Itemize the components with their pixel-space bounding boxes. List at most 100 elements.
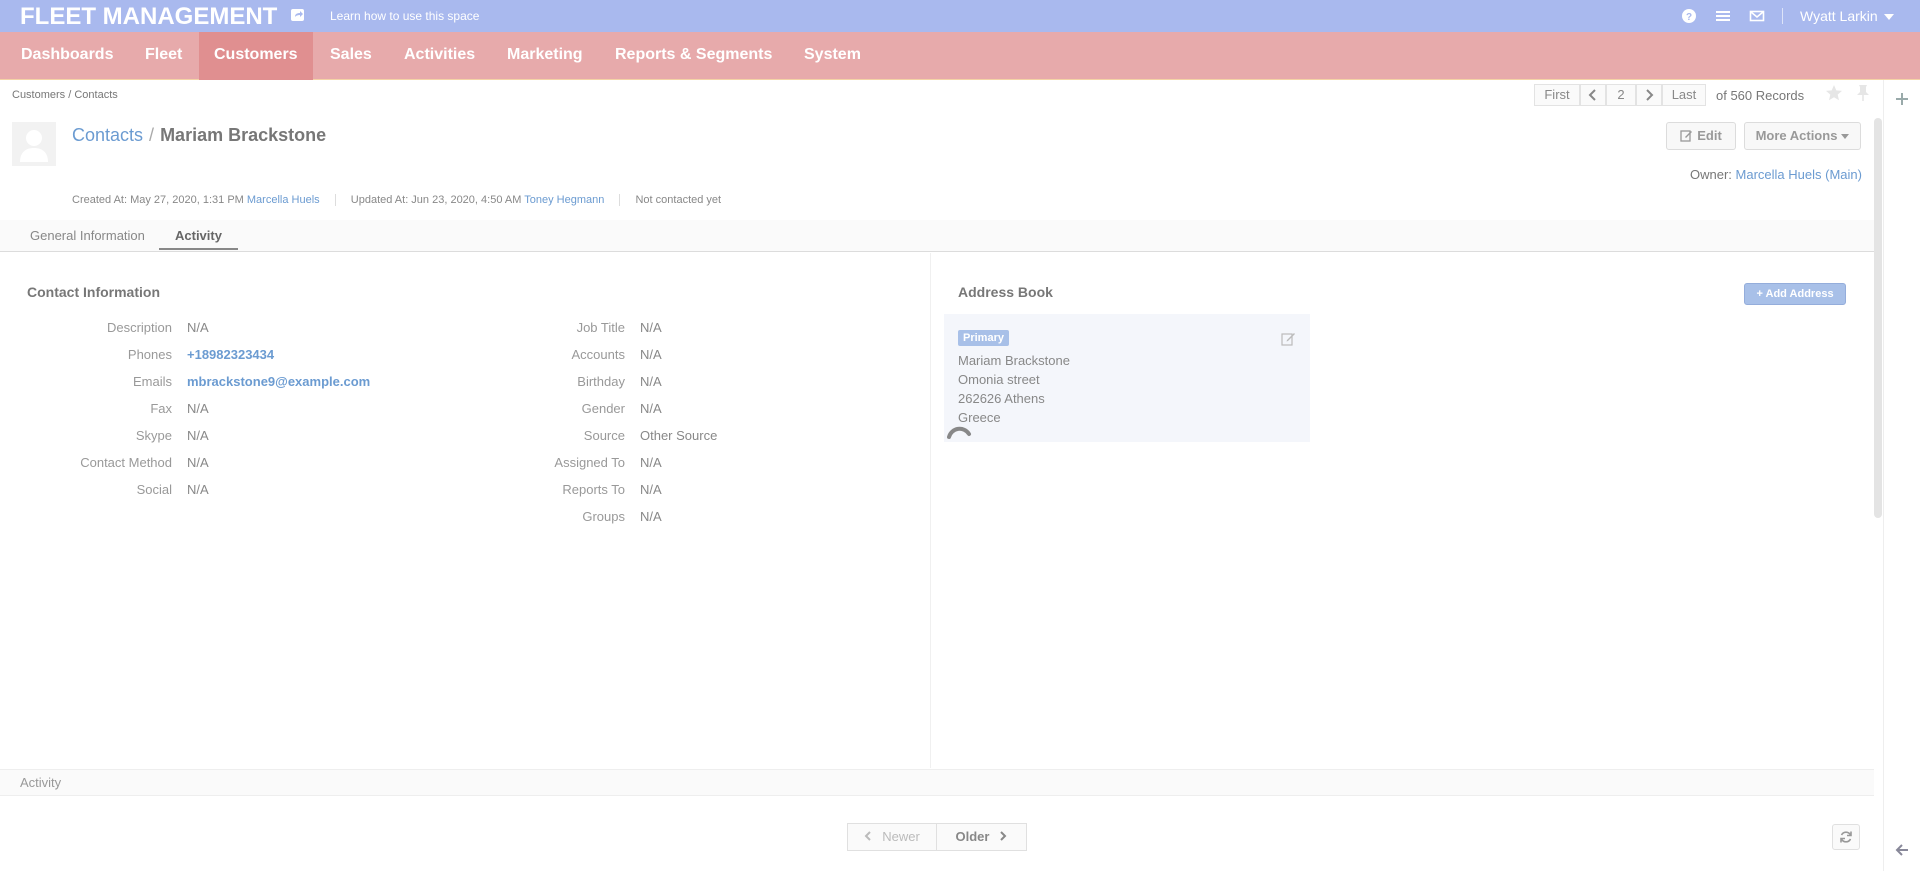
field-value: Other Source [640, 428, 718, 443]
address-book-title: Address Book [958, 284, 1053, 300]
field-label: Reports To [562, 482, 625, 497]
pager-next-button[interactable] [1636, 84, 1662, 106]
field-value: N/A [640, 455, 662, 470]
menu-icon[interactable] [1715, 8, 1731, 24]
title-separator: / [149, 125, 155, 145]
newer-button[interactable]: Newer [847, 823, 937, 851]
contact-name: Mariam Brackstone [160, 125, 327, 145]
older-label: Older [955, 829, 990, 844]
created-by-link[interactable]: Marcella Huels [247, 194, 320, 206]
chevron-right-icon [1000, 831, 1007, 841]
older-button[interactable]: Older [936, 823, 1027, 851]
field-value: N/A [640, 374, 662, 389]
field-label: Fax [150, 401, 172, 416]
created-at: Created At: May 27, 2020, 1:31 PM [72, 194, 244, 206]
refresh-button[interactable] [1832, 824, 1860, 850]
user-placeholder-icon [20, 130, 48, 162]
avatar [12, 122, 56, 166]
page-title: Contacts / Mariam Brackstone [72, 125, 326, 146]
field-value: N/A [640, 320, 662, 335]
pager-prev-button[interactable] [1580, 84, 1606, 106]
field-label: Emails [132, 374, 172, 389]
chevron-left-icon [1588, 89, 1596, 101]
main-navigation: Dashboards Fleet Customers Sales Activit… [0, 32, 1920, 80]
header-divider [1782, 8, 1783, 24]
plus-icon[interactable] [1895, 92, 1909, 106]
owner-link[interactable]: Marcella Huels [1736, 167, 1822, 182]
record-meta: Created At: May 27, 2020, 1:31 PM Marcel… [72, 194, 721, 207]
title-crumb-contacts[interactable]: Contacts [72, 125, 143, 145]
updated-by-link[interactable]: Toney Hegmann [524, 194, 604, 206]
owner-info: Owner: Marcella Huels (Main) [1690, 167, 1862, 182]
address-line: Omonia street [958, 372, 1040, 387]
field-label: Social [136, 482, 172, 497]
field-label: Birthday [577, 374, 625, 389]
edit-icon [1680, 130, 1693, 142]
pager-current-page[interactable]: 2 [1606, 84, 1636, 106]
primary-badge: Primary [958, 330, 1009, 346]
newer-label: Newer [882, 829, 920, 844]
field-value: N/A [640, 509, 662, 524]
sidebar-divider [1883, 80, 1884, 871]
breadcrumb[interactable]: Customers / Contacts [12, 89, 118, 101]
pager-last-button[interactable]: Last [1662, 84, 1706, 106]
records-count: of 560 Records [1716, 88, 1805, 103]
arrow-left-icon[interactable] [1895, 843, 1909, 857]
updated-at: Updated At: Jun 23, 2020, 4:50 AM [350, 194, 522, 206]
nav-item-dashboards[interactable]: Dashboards [6, 32, 128, 80]
nav-item-sales[interactable]: Sales [315, 32, 387, 80]
user-name: Wyatt Larkin [1800, 8, 1878, 24]
app-logo[interactable]: FLEET MANAGEMENT [20, 3, 277, 31]
nav-item-marketing[interactable]: Marketing [492, 32, 598, 80]
field-value: N/A [187, 401, 209, 416]
nav-item-fleet[interactable]: Fleet [130, 32, 197, 80]
tabs-bar [0, 220, 1874, 252]
field-value: N/A [640, 401, 662, 416]
meta-divider [334, 194, 336, 207]
nav-item-system[interactable]: System [789, 32, 876, 80]
field-value: N/A [187, 455, 209, 470]
activity-section-label: Activity [20, 775, 62, 790]
field-value: N/A [187, 320, 209, 335]
pin-icon[interactable] [1855, 84, 1871, 102]
refresh-icon [1840, 831, 1852, 843]
share-icon[interactable] [290, 7, 306, 23]
field-label: Description [106, 320, 172, 335]
owner-business-unit[interactable]: (Main) [1825, 167, 1862, 182]
chevron-down-icon [1883, 14, 1894, 21]
field-label: Contact Method [80, 455, 172, 470]
email-link[interactable]: mbrackstone9@example.com [187, 374, 370, 389]
tab-activity[interactable]: Activity [159, 228, 238, 250]
scrollbar[interactable] [1874, 118, 1882, 518]
field-label: Job Title [576, 320, 625, 335]
more-actions-button[interactable]: More Actions [1744, 122, 1861, 150]
mail-icon[interactable] [1749, 8, 1765, 24]
owner-label: Owner: [1690, 167, 1732, 182]
field-label: Assigned To [554, 455, 625, 470]
phone-link[interactable]: +18982323434 [187, 347, 274, 362]
meta-divider [619, 194, 621, 207]
chevron-right-icon [1646, 89, 1654, 101]
field-label: Gender [581, 401, 625, 416]
tab-general-information[interactable]: General Information [30, 228, 145, 243]
star-icon[interactable] [1825, 84, 1843, 102]
more-actions-label: More Actions [1755, 128, 1838, 143]
contact-info-title: Contact Information [27, 284, 160, 300]
edit-button[interactable]: Edit [1666, 122, 1736, 150]
user-menu[interactable]: Wyatt Larkin [1800, 8, 1894, 24]
learn-link[interactable]: Learn how to use this space [330, 9, 479, 23]
help-icon[interactable]: ? [1681, 8, 1697, 24]
add-address-button[interactable]: + Add Address [1744, 283, 1846, 305]
field-label: Groups [582, 509, 625, 524]
pager-first-button[interactable]: First [1534, 84, 1580, 106]
chevron-left-icon [864, 831, 871, 841]
nav-item-customers[interactable]: Customers [199, 32, 313, 80]
loading-spinner-icon [947, 426, 971, 439]
edit-address-icon[interactable] [1281, 332, 1296, 346]
top-header: FLEET MANAGEMENT Learn how to use this s… [0, 0, 1920, 32]
nav-item-activities[interactable]: Activities [389, 32, 490, 80]
edit-button-label: Edit [1697, 128, 1722, 143]
field-label: Phones [127, 347, 172, 362]
field-label: Accounts [571, 347, 625, 362]
nav-item-reports-segments[interactable]: Reports & Segments [600, 32, 787, 80]
